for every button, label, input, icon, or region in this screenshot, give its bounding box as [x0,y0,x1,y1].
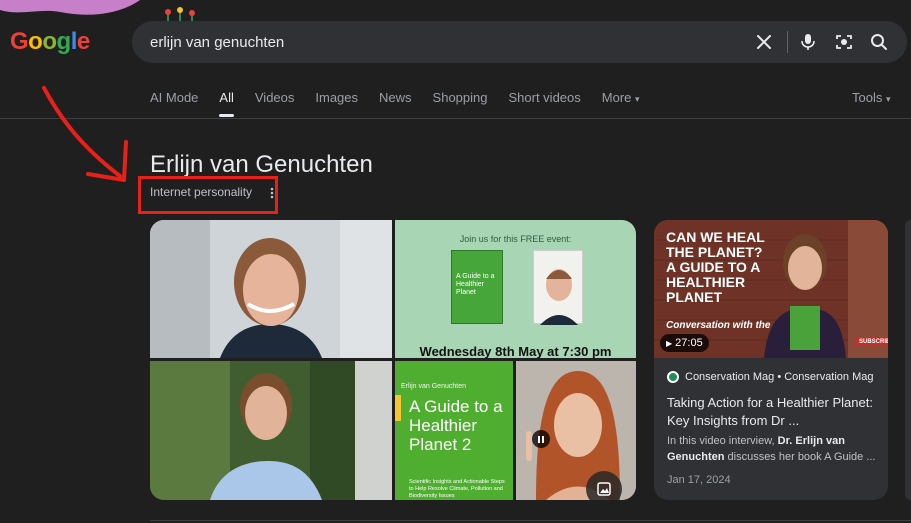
logo-letter: e [76,28,90,55]
tab-short-videos[interactable]: Short videos [509,90,581,116]
video-duration: 27:05 [675,337,703,349]
video-thumbnail-subtitle: Conversation with the [666,320,771,331]
search-tabs: AI Mode All Videos Images News Shopping … [150,90,661,117]
doodle-decoration [0,0,140,15]
book-author: Erlijn van Genuchten [401,383,466,390]
video-snippet: In this video interview, Dr. Erlijn van … [667,433,882,465]
logo-letter: G [10,28,29,55]
video-source[interactable]: Conservation Mag • Conservation Mag [667,371,874,383]
play-icon: ▶ [666,338,673,348]
entity-title: Erlijn van Genuchten [150,151,373,178]
annotation-highlight-box [138,176,278,214]
logo-letter: g [56,28,72,55]
subscribe-badge: SUBSCRIBE [856,338,888,346]
search-icon[interactable] [867,30,891,54]
flyer-book-title: A Guide to a Healthier Planet [456,273,495,296]
video-result-card[interactable]: Can we heal the planet? A guide to a hea… [654,220,888,500]
tab-more-label: More [601,90,632,105]
interview-image [150,361,392,500]
book-title: A Guide to a Healthier Planet 2 [409,397,503,454]
tab-ai-mode[interactable]: AI Mode [150,90,198,116]
book-cover-image[interactable]: Erlijn van Genuchten A Guide to a Health… [395,361,513,500]
flyer-portrait-image [540,269,578,325]
tab-images[interactable]: Images [315,90,358,116]
video-title[interactable]: Taking Action for a Healthier Planet: Ke… [667,394,882,430]
search-box [132,21,907,63]
video-thumbnail[interactable]: Can we heal the planet? A guide to a hea… [654,220,888,358]
event-flyer-header-text: Join us for this FREE event: [459,234,572,244]
annotation-arrow-icon [42,86,128,182]
logo-letter: o [42,28,57,55]
microphone-icon[interactable] [796,30,820,54]
video-duration-badge: ▶ 27:05 [660,334,709,352]
tab-videos[interactable]: Videos [255,90,295,116]
portrait-photo[interactable] [150,220,392,358]
book-accent-bar [395,395,401,421]
section-divider [150,520,911,521]
flyer-book-cover: A Guide to a Healthier Planet [451,250,503,324]
snippet-text: discusses her book A Guide ... [724,451,876,463]
interview-video-still[interactable] [150,361,392,500]
book-subtitle: Scientific Insights and Actionable Steps… [409,479,505,499]
video-source-label: Conservation Mag • Conservation Mag [685,371,874,383]
tab-all[interactable]: All [219,90,235,117]
tab-news[interactable]: News [379,90,412,116]
tab-more[interactable]: More ▾ [602,90,640,116]
video-date: Jan 17, 2024 [667,474,731,486]
search-input[interactable] [150,21,740,63]
snippet-text: In this video interview, [667,435,778,447]
source-favicon-icon [667,371,679,383]
portrait-image [150,220,392,358]
google-logo[interactable]: Google [10,28,90,56]
caret-down-icon: ▾ [885,94,891,104]
lens-camera-icon[interactable] [832,30,856,54]
tools-label: Tools [852,90,883,105]
image-mosaic: Join us for this FREE event: A Guide to … [150,220,636,500]
image-search-icon[interactable] [586,471,622,500]
pause-icon[interactable] [532,430,550,448]
flyer-portrait [533,250,583,325]
search-divider [787,31,788,53]
event-flyer-image[interactable]: Join us for this FREE event: A Guide to … [395,220,636,358]
video-thumbnail-title: Can we heal the planet? A guide to a hea… [666,229,765,305]
tools-button[interactable]: Tools ▾ [852,90,891,105]
caret-down-icon: ▾ [635,94,640,104]
next-result-card-peek[interactable] [905,220,911,500]
tab-shopping[interactable]: Shopping [433,90,488,116]
short-video-still[interactable] [516,361,636,500]
clear-icon[interactable] [752,30,776,54]
event-date-text: Wednesday 8th May at 7:30 pm [419,344,612,358]
logo-letter: o [28,28,43,55]
